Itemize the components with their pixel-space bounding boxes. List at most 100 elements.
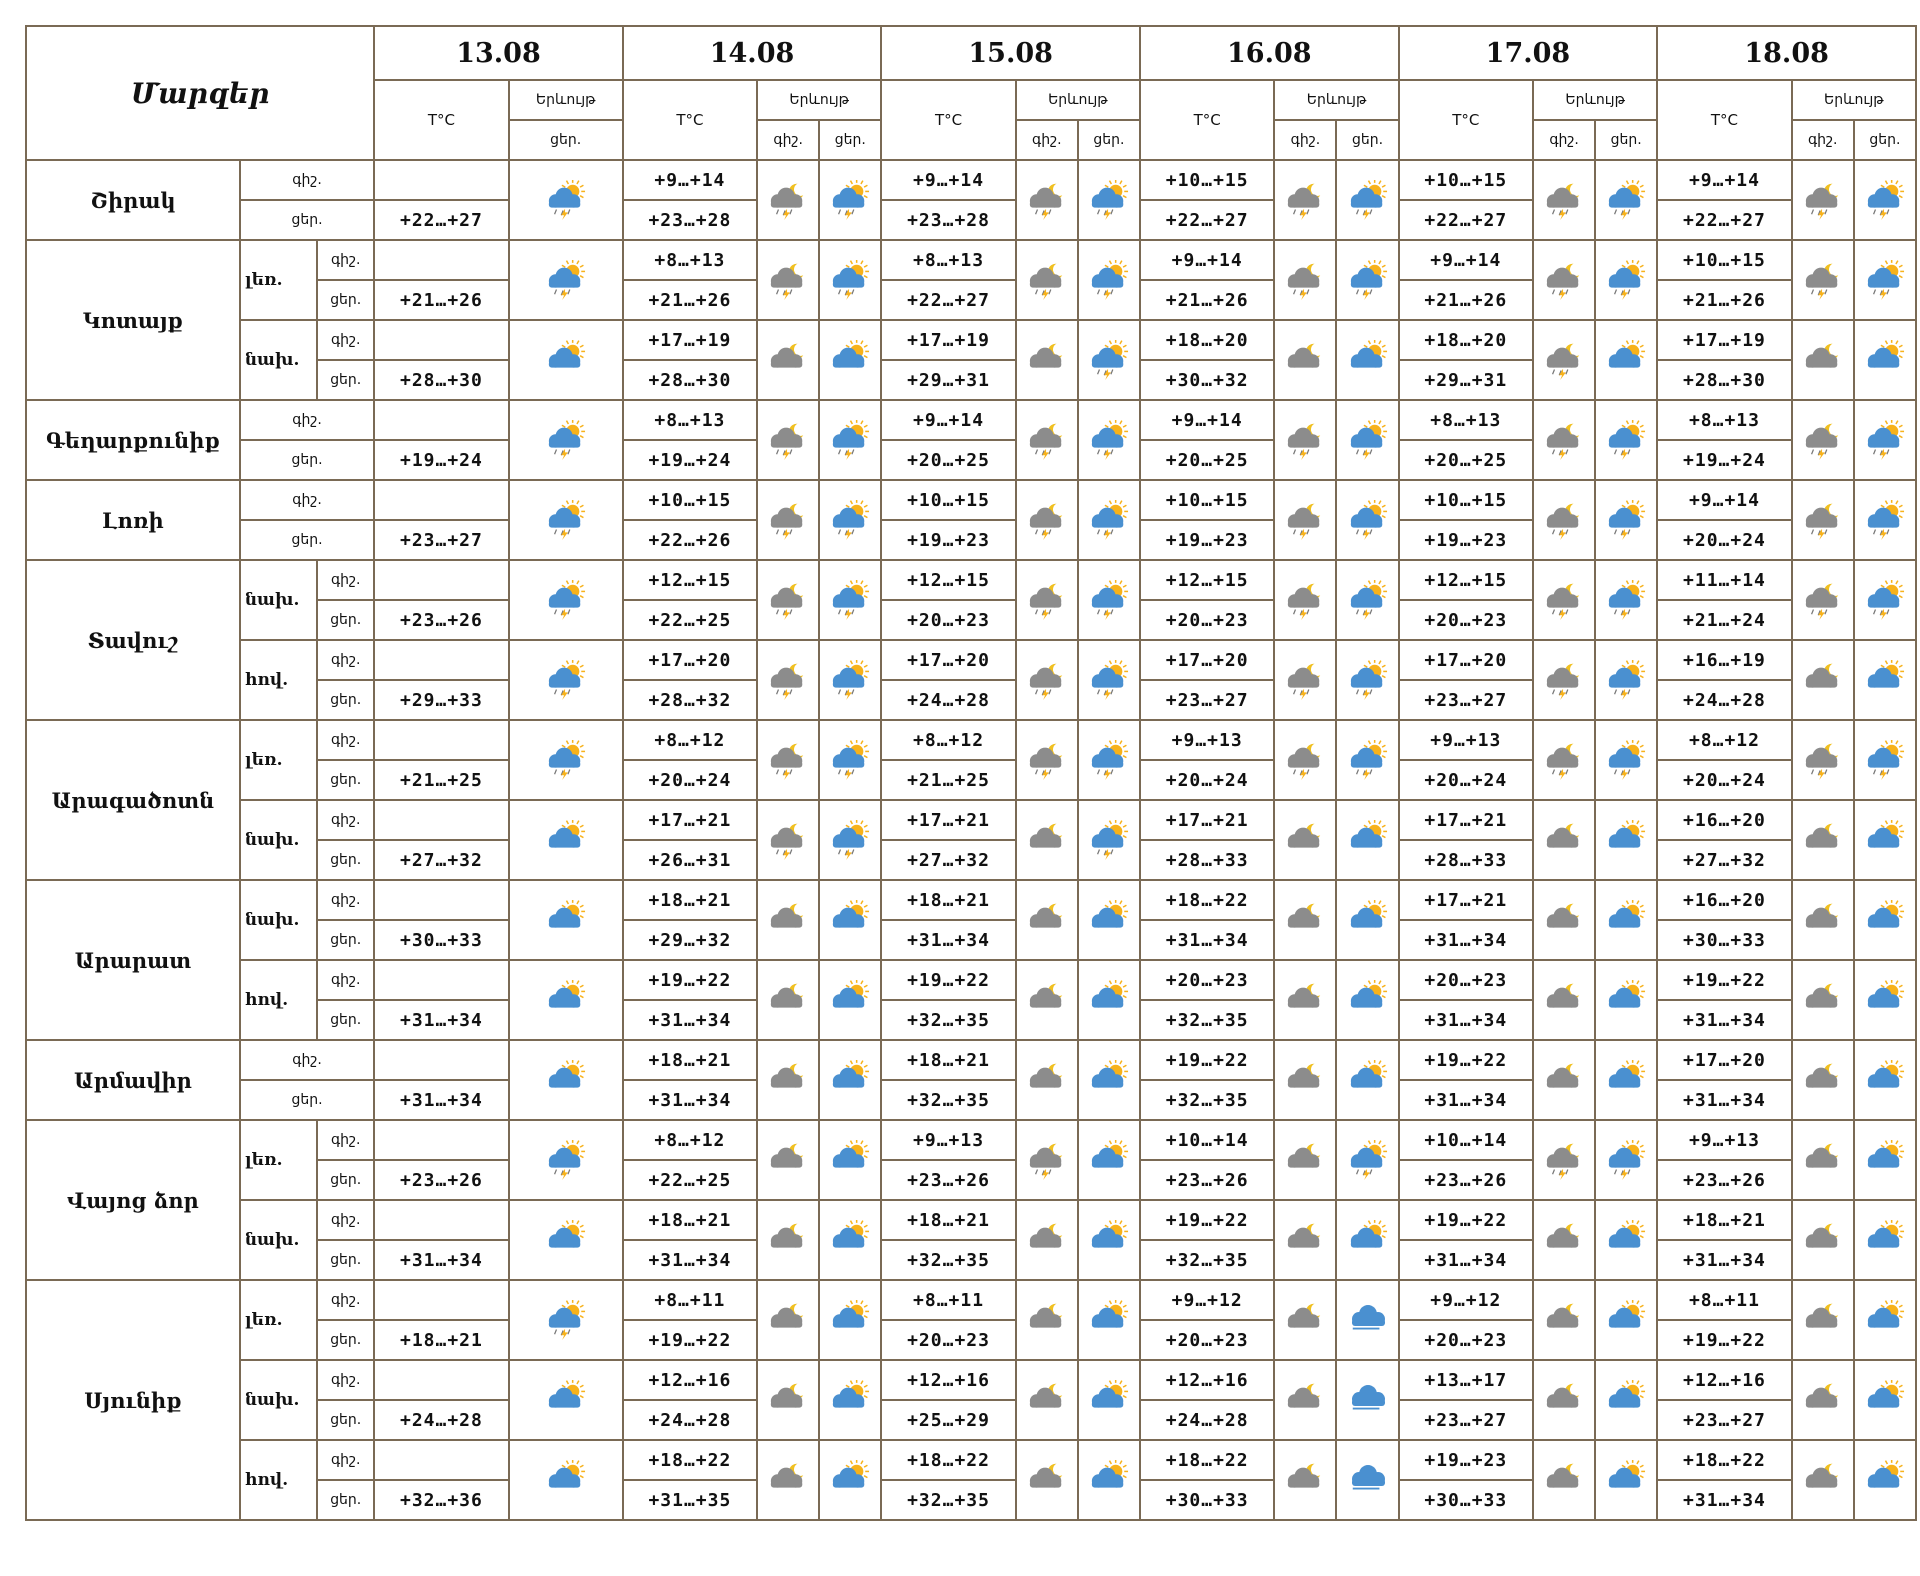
temperature-cell: +31…+34 [1656, 1479, 1793, 1521]
temperature-cell: +10…+15 [1397, 479, 1535, 521]
temperature-cell: +8…+13 [1656, 399, 1793, 441]
weather-cell [1594, 1279, 1659, 1361]
weather-cell [1790, 1199, 1855, 1281]
sun-cloud-rain-icon [1338, 180, 1396, 220]
time-of-day-label: գիշ. [238, 399, 376, 441]
weather-cell [1335, 319, 1400, 401]
night-cloud-icon [759, 1220, 817, 1260]
weather-cell [1852, 1439, 1918, 1521]
weather-cell [818, 239, 883, 321]
weather-cell [1532, 319, 1597, 401]
temperature-cell: +28…+30 [373, 359, 510, 401]
day-subheader: ցեր. [1852, 119, 1918, 161]
weather-cell [1335, 959, 1400, 1041]
temperature-cell: +28…+33 [1397, 839, 1535, 881]
weather-cell [1790, 1279, 1855, 1361]
temperature-cell: +16…+19 [1656, 639, 1793, 681]
night-cloud-icon [1535, 820, 1593, 860]
region-name: Արարատ [25, 879, 241, 1041]
weather-cell [1014, 639, 1079, 721]
temperature-cell: +31…+34 [1138, 919, 1276, 961]
region-name: Շիրակ [25, 159, 241, 241]
sun-cloud-icon [1856, 340, 1914, 380]
night-cloud-icon [1794, 340, 1852, 380]
night-cloud-icon [759, 1060, 817, 1100]
night-cloud-icon [1535, 900, 1593, 940]
temperature-cell [373, 1439, 510, 1481]
sun-cloud-icon [511, 900, 621, 940]
subregion-label: նախ. [238, 879, 319, 961]
time-of-day-label: գիշ. [316, 1359, 376, 1401]
temperature-cell [373, 1199, 510, 1241]
temperature-cell: +8…+12 [621, 1119, 759, 1161]
sun-cloud-icon [821, 1060, 879, 1100]
night-cloud-rain-icon [759, 260, 817, 300]
night-cloud-icon [1018, 1300, 1076, 1340]
temperature-cell: +12…+15 [1138, 559, 1276, 601]
night-cloud-rain-icon [1018, 260, 1076, 300]
weather-cell [1014, 559, 1079, 641]
weather-cell [1852, 1199, 1918, 1281]
weather-cell [756, 1119, 821, 1201]
time-of-day-label: ցեր. [238, 199, 376, 241]
sun-cloud-rain-icon [1856, 420, 1914, 460]
sun-cloud-rain-icon [511, 500, 621, 540]
time-of-day-label: գիշ. [316, 1119, 376, 1161]
night-cloud-icon [1018, 1220, 1076, 1260]
sun-cloud-icon [821, 980, 879, 1020]
weather-cell [1790, 639, 1855, 721]
weather-cell [1076, 1199, 1141, 1281]
weather-cell [1594, 1359, 1659, 1441]
temperature-cell: +17…+21 [621, 799, 759, 841]
weather-cell [756, 1359, 821, 1441]
weather-cell [1273, 1119, 1338, 1201]
weather-cell [1335, 239, 1400, 321]
temperature-cell: +32…+35 [1138, 1079, 1276, 1121]
sun-cloud-rain-icon [1080, 260, 1138, 300]
sun-cloud-icon [821, 1460, 879, 1500]
night-cloud-icon [1276, 340, 1334, 380]
sun-cloud-rain-icon [1597, 260, 1655, 300]
temperature-cell: +17…+20 [621, 639, 759, 681]
night-cloud-rain-icon [759, 180, 817, 220]
night-cloud-icon [759, 1380, 817, 1420]
temperature-cell: +9…+14 [621, 159, 759, 201]
temperature-cell: +18…+21 [621, 879, 759, 921]
weather-cell [1852, 959, 1918, 1041]
temperature-cell: +21…+26 [373, 279, 510, 321]
temperature-cell: +9…+14 [880, 399, 1017, 441]
weather-cell [1335, 1279, 1400, 1361]
sun-cloud-icon [1080, 1460, 1138, 1500]
night-cloud-icon [1276, 1140, 1334, 1180]
weather-column-header: Երևույթ [1014, 79, 1141, 121]
sun-cloud-icon [1597, 820, 1655, 860]
weather-cell [1076, 1439, 1141, 1521]
weather-column-header: Երևույթ [756, 79, 883, 121]
temperature-cell: +28…+30 [621, 359, 759, 401]
weather-cell [507, 1439, 624, 1521]
table-row: հով. գիշ. +17…+20 +17…+20 +17…+20 +17…+20 +16…… [26, 639, 1918, 721]
sun-cloud-icon [1080, 980, 1138, 1020]
temperature-cell: +17…+21 [1397, 799, 1535, 841]
temperature-cell: +31…+34 [373, 1079, 510, 1121]
night-cloud-rain-icon [1018, 580, 1076, 620]
temperature-cell: +20…+23 [1138, 1319, 1276, 1361]
weather-cell [1532, 1199, 1597, 1281]
sun-cloud-rain-icon [1080, 180, 1138, 220]
table-row: Շիրակ գիշ. +9…+14 +9…+14 +10…+15 +10…+15 +9…+1… [25, 159, 1918, 241]
time-of-day-label: գիշ. [238, 159, 376, 201]
weather-cell [1790, 159, 1855, 241]
temperature-cell: +32…+35 [1138, 999, 1276, 1041]
sun-cloud-rain-icon [1080, 660, 1138, 700]
temperature-cell: +12…+16 [1138, 1359, 1276, 1401]
temperature-cell: +31…+34 [621, 999, 759, 1041]
temperature-cell [373, 639, 510, 681]
night-cloud-rain-icon [1276, 580, 1334, 620]
temperature-cell: +19…+22 [1656, 1319, 1793, 1361]
temperature-cell: +31…+34 [621, 1239, 759, 1281]
weather-cell [507, 159, 624, 241]
weather-cell [507, 399, 624, 481]
night-cloud-icon [759, 980, 817, 1020]
time-of-day-label: ցեր. [316, 1319, 376, 1361]
weather-cell [1335, 1039, 1400, 1121]
